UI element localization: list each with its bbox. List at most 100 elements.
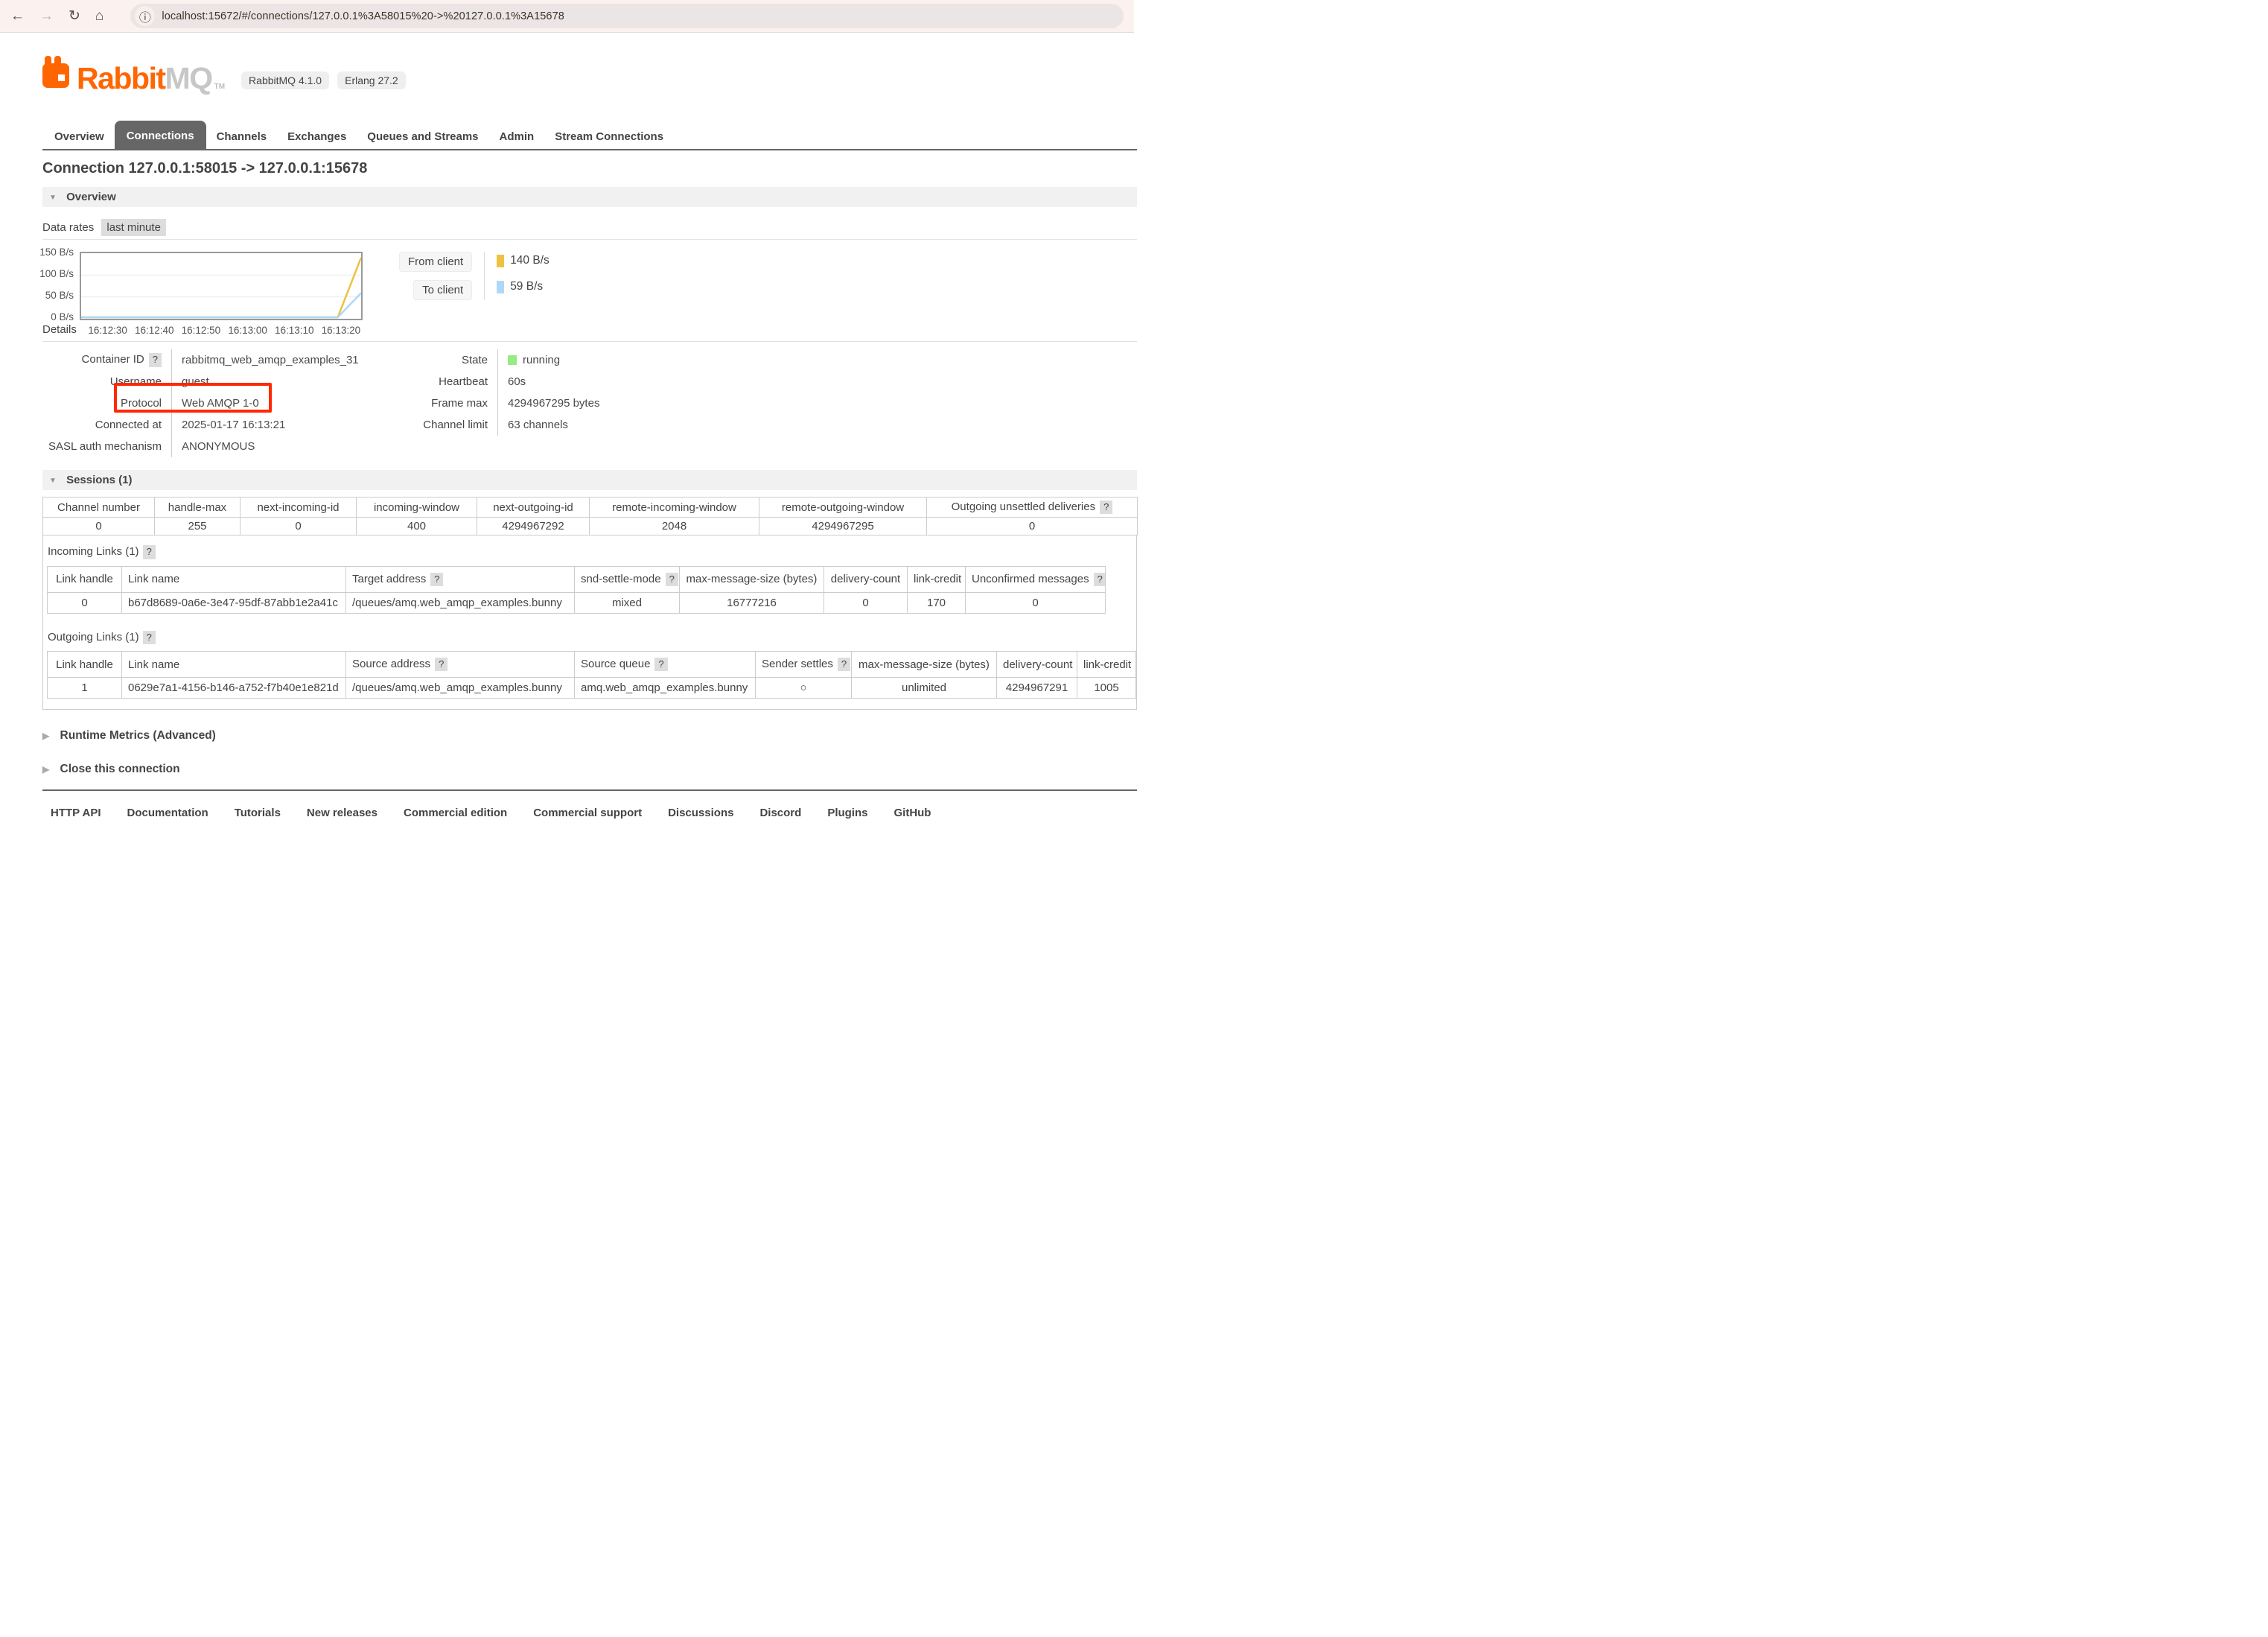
logo-mq-text: MQ	[165, 61, 212, 95]
session-links-panel: Incoming Links (1)? Link handle Link nam…	[42, 535, 1137, 710]
rabbitmq-version-badge: RabbitMQ 4.1.0	[241, 71, 329, 89]
footer-link-commercial-support[interactable]: Commercial support	[533, 807, 642, 819]
help-icon[interactable]: ?	[654, 658, 667, 671]
tab-exchanges[interactable]: Exchanges	[277, 124, 357, 149]
reload-icon[interactable]: ↻	[69, 9, 80, 23]
help-icon[interactable]: ?	[143, 545, 156, 559]
footer-link-http-api[interactable]: HTTP API	[51, 807, 101, 819]
help-icon[interactable]: ?	[838, 658, 850, 671]
tab-connections[interactable]: Connections	[115, 121, 206, 149]
tab-queues-and-streams[interactable]: Queues and Streams	[357, 124, 488, 149]
footer-divider	[42, 789, 1137, 791]
sessions-section-title: Sessions (1)	[66, 474, 132, 486]
logo-rabbit-text: Rabbit	[77, 61, 165, 95]
outgoing-links-header-row: Link handle Link name Source address? So…	[48, 652, 1136, 678]
incoming-links-header-row: Link handle Link name Target address? sn…	[48, 566, 1106, 592]
tab-overview[interactable]: Overview	[44, 124, 115, 149]
footer-link-discussions[interactable]: Discussions	[668, 807, 733, 819]
address-bar[interactable]: ⓘ localhost:15672/#/connections/127.0.0.…	[130, 4, 1124, 28]
erlang-version-badge: Erlang 27.2	[337, 71, 406, 89]
home-icon[interactable]: ⌂	[95, 9, 103, 23]
url-text[interactable]: localhost:15672/#/connections/127.0.0.1%…	[162, 10, 564, 22]
back-icon[interactable]: ←	[10, 9, 25, 23]
outgoing-links-data-row: 1 0629e7a1-4156-b146-a752-f7b40e1e821d /…	[48, 678, 1136, 699]
outgoing-links-table: Link handle Link name Source address? So…	[47, 651, 1136, 699]
sessions-data-row: 0 255 0 400 4294967292 2048 4294967295 0	[43, 518, 1138, 535]
incoming-links-data-row: 0 b67d8689-0a6e-3e47-95df-87abb1e2a41c /…	[48, 592, 1106, 613]
from-client-rate: 140 B/s	[497, 254, 550, 267]
footer-links: HTTP API Documentation Tutorials New rel…	[42, 797, 1137, 819]
collapse-triangle-icon: ▼	[49, 477, 57, 485]
runtime-metrics-section-header[interactable]: ▶ Runtime Metrics (Advanced)	[42, 729, 1137, 743]
time-range-chip[interactable]: last minute	[101, 219, 166, 236]
rabbitmq-logo-icon[interactable]	[42, 56, 72, 92]
details-section: Container ID? rabbitmq_web_amqp_examples…	[42, 349, 1137, 457]
expand-triangle-icon: ▶	[42, 764, 49, 775]
chart-y-axis: 150 B/s 100 B/s 50 B/s 0 B/s	[42, 252, 78, 320]
y-tick: 100 B/s	[39, 268, 74, 279]
footer-link-discord[interactable]: Discord	[759, 807, 801, 819]
app-header: RabbitMQ TM RabbitMQ 4.1.0 Erlang 27.2	[42, 56, 1137, 92]
data-rates-row: Data rates last minute	[42, 221, 1137, 240]
tab-channels[interactable]: Channels	[206, 124, 278, 149]
chart-x-axis: 16:12:30 16:12:40 16:12:50 16:13:00 16:1…	[80, 325, 360, 337]
help-icon[interactable]: ?	[1100, 500, 1112, 514]
site-info-icon[interactable]: ⓘ	[135, 6, 155, 26]
incoming-links-title: Incoming Links (1)?	[48, 545, 1130, 559]
x-tick: 16:13:10	[275, 325, 314, 336]
detail-row-channel-limit: Channel limit 63 channels	[402, 414, 864, 436]
help-icon[interactable]: ?	[1094, 573, 1106, 586]
detail-row-username: Username guest	[42, 371, 402, 392]
incoming-target-address-annotated: /queues/amq.web_amqp_examples.bunny	[346, 592, 575, 613]
y-tick: 50 B/s	[45, 290, 74, 301]
legend-divider	[484, 252, 485, 300]
help-icon[interactable]: ?	[666, 573, 678, 586]
x-tick: 16:13:00	[228, 325, 267, 336]
sessions-section-header[interactable]: ▼ Sessions (1)	[42, 470, 1137, 490]
help-icon[interactable]: ?	[149, 353, 162, 366]
detail-row-heartbeat: Heartbeat 60s	[402, 371, 864, 392]
detail-row-container-id: Container ID? rabbitmq_web_amqp_examples…	[42, 349, 402, 371]
x-tick: 16:12:30	[88, 325, 127, 336]
close-connection-section-header[interactable]: ▶ Close this connection	[42, 763, 1137, 776]
footer-link-documentation[interactable]: Documentation	[127, 807, 208, 819]
tab-admin[interactable]: Admin	[489, 124, 545, 149]
y-tick: 0 B/s	[51, 311, 74, 322]
footer-link-new-releases[interactable]: New releases	[307, 807, 378, 819]
main-nav-tabs: Overview Connections Channels Exchanges …	[42, 121, 1137, 150]
data-rates-label: Data rates	[42, 221, 94, 234]
to-client-toggle-button[interactable]: To client	[413, 280, 472, 300]
x-tick: 16:13:20	[322, 325, 361, 336]
y-tick: 150 B/s	[39, 247, 74, 258]
from-client-toggle-button[interactable]: From client	[399, 252, 472, 272]
sessions-header-row: Channel number handle-max next-incoming-…	[43, 498, 1138, 518]
outgoing-source-address-annotated: /queues/amq.web_amqp_examples.bunny	[346, 678, 575, 699]
x-tick: 16:12:50	[182, 325, 221, 336]
state-running-indicator	[508, 355, 517, 365]
expand-triangle-icon: ▶	[42, 731, 49, 741]
to-client-swatch	[497, 281, 504, 293]
help-icon[interactable]: ?	[430, 573, 443, 586]
from-client-swatch	[497, 255, 504, 267]
chart-plot-area	[80, 252, 363, 320]
x-tick: 16:12:40	[135, 325, 174, 336]
detail-row-protocol: Protocol Web AMQP 1-0	[42, 392, 402, 414]
forward-icon[interactable]: →	[39, 9, 54, 23]
sessions-table: Channel number handle-max next-incoming-…	[42, 497, 1138, 535]
detail-row-state: State running	[402, 349, 864, 371]
overview-section-header[interactable]: ▼ Overview	[42, 187, 1137, 207]
help-icon[interactable]: ?	[435, 658, 447, 671]
footer-link-tutorials[interactable]: Tutorials	[235, 807, 281, 819]
detail-row-sasl: SASL auth mechanism ANONYMOUS	[42, 436, 402, 457]
footer-link-github[interactable]: GitHub	[893, 807, 931, 819]
detail-row-frame-max: Frame max 4294967295 bytes	[402, 392, 864, 414]
detail-row-connected-at: Connected at 2025-01-17 16:13:21	[42, 414, 402, 436]
incoming-links-table: Link handle Link name Target address? sn…	[47, 566, 1106, 614]
to-client-rate: 59 B/s	[497, 280, 550, 293]
help-icon[interactable]: ?	[143, 631, 156, 644]
footer-link-commercial-edition[interactable]: Commercial edition	[404, 807, 507, 819]
logo-wordmark[interactable]: RabbitMQ	[77, 65, 212, 92]
data-rates-chart: 150 B/s 100 B/s 50 B/s 0 B/s 16:12:30 16…	[42, 252, 1137, 300]
tab-stream-connections[interactable]: Stream Connections	[544, 124, 674, 149]
footer-link-plugins[interactable]: Plugins	[827, 807, 867, 819]
